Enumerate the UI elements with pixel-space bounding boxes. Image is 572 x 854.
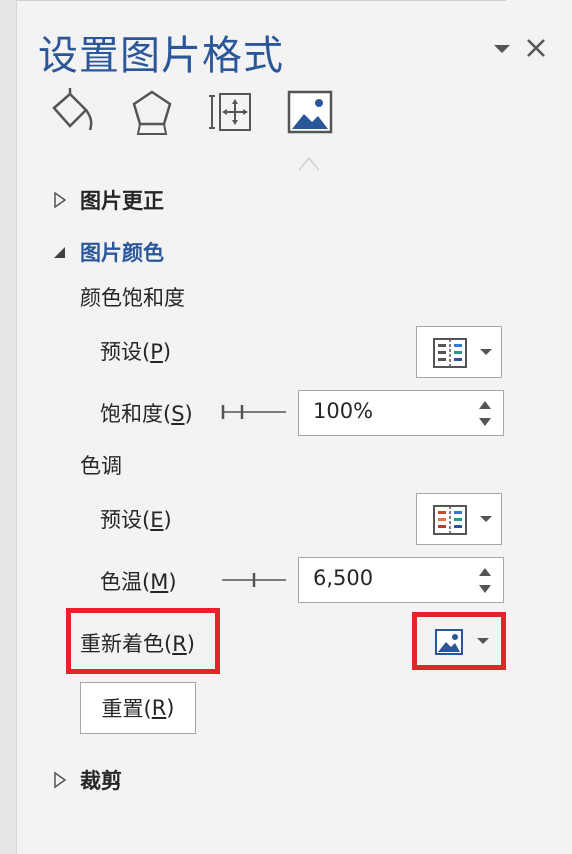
saturation-spinbox[interactable]: 100% bbox=[298, 390, 504, 436]
section-label: 裁剪 bbox=[80, 769, 122, 793]
collapse-icon bbox=[54, 247, 65, 258]
expand-icon bbox=[54, 771, 67, 789]
close-icon[interactable] bbox=[524, 36, 548, 60]
section-crop[interactable]: 裁剪 bbox=[50, 764, 122, 796]
recolor-dropdown[interactable] bbox=[420, 618, 498, 664]
section-label: 图片更正 bbox=[80, 189, 164, 213]
fill-bucket-icon[interactable] bbox=[46, 86, 96, 138]
tone-presets-icon bbox=[433, 505, 467, 535]
size-position-icon[interactable] bbox=[208, 86, 254, 138]
pentagon-shape-icon[interactable] bbox=[130, 86, 174, 138]
saturation-preset-dropdown[interactable] bbox=[416, 326, 502, 378]
temperature-label: 色温(M) bbox=[100, 570, 177, 594]
dropdown-arrow-icon bbox=[480, 516, 492, 522]
temperature-slider[interactable] bbox=[220, 570, 288, 590]
picture-icon bbox=[435, 629, 463, 655]
section-label: 图片颜色 bbox=[80, 241, 164, 265]
increment-icon[interactable] bbox=[477, 566, 493, 578]
saturation-value: 100% bbox=[313, 399, 374, 423]
divider bbox=[0, 0, 506, 1]
tone-heading: 色调 bbox=[80, 454, 122, 478]
temperature-value: 6,500 bbox=[313, 566, 374, 590]
decrement-icon[interactable] bbox=[477, 583, 493, 595]
saturation-label: 饱和度(S) bbox=[100, 402, 193, 426]
decrement-icon[interactable] bbox=[477, 416, 493, 428]
picture-icon[interactable] bbox=[286, 86, 334, 138]
chevron-down-icon[interactable] bbox=[492, 40, 512, 58]
tone-preset-label: 预设(E) bbox=[100, 508, 172, 532]
dropdown-arrow-icon bbox=[477, 638, 489, 644]
saturation-slider[interactable] bbox=[220, 402, 288, 422]
temperature-spinbox[interactable]: 6,500 bbox=[298, 557, 504, 603]
reset-button[interactable]: 重置(R) bbox=[80, 682, 196, 734]
saturation-presets-icon bbox=[433, 338, 467, 368]
dropdown-arrow-icon bbox=[480, 349, 492, 355]
pane-title: 设置图片格式 bbox=[38, 33, 284, 79]
increment-icon[interactable] bbox=[477, 399, 493, 411]
section-picture-corrections[interactable]: 图片更正 bbox=[50, 184, 164, 216]
left-edge bbox=[0, 0, 17, 854]
recolor-label: 重新着色(R) bbox=[80, 632, 195, 656]
tone-preset-dropdown[interactable] bbox=[416, 493, 502, 545]
saturation-preset-label: 预设(P) bbox=[100, 340, 172, 364]
saturation-heading: 颜色饱和度 bbox=[80, 286, 185, 310]
expand-icon bbox=[54, 191, 67, 209]
active-tab-indicator bbox=[299, 156, 319, 171]
section-picture-color[interactable]: 图片颜色 bbox=[50, 236, 164, 268]
